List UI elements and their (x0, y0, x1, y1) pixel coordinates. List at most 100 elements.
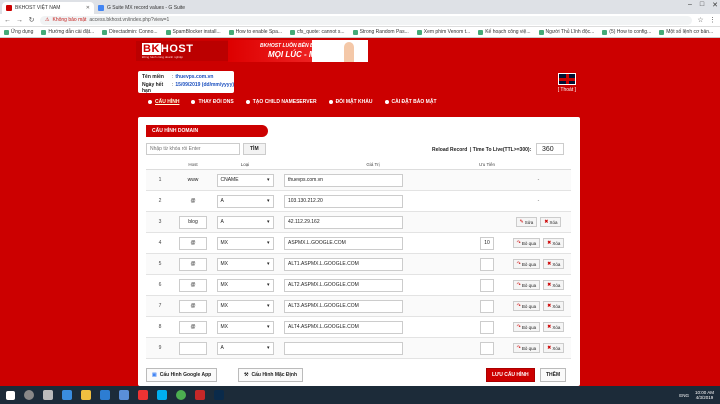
search-icon[interactable] (24, 390, 34, 400)
app-icon[interactable] (138, 390, 148, 400)
menu-item-4[interactable]: CÀI ĐẶT BẢO MẬT (384, 99, 437, 105)
bookmark-item[interactable]: Một số lệnh cơ bản... (659, 29, 713, 35)
delete-button[interactable]: ✖ Xóa (543, 280, 565, 290)
chrome-icon[interactable] (176, 390, 186, 400)
type-select[interactable]: MX ▾ (216, 257, 274, 271)
store-icon[interactable] (100, 390, 110, 400)
delete-button[interactable]: ✖ Xóa (543, 301, 565, 311)
photoshop-icon[interactable] (214, 390, 224, 400)
menu-dots-icon[interactable]: ⋮ (709, 16, 716, 24)
menu-item-2[interactable]: TẠO CHILD NAMESERVER (245, 99, 317, 105)
bookmark-item[interactable]: How to enable Spa... (228, 29, 282, 35)
type-select[interactable]: MX ▾ (216, 236, 274, 250)
value-input[interactable]: ALT1.ASPMX.L.GOOGLE.COM (284, 257, 403, 271)
logout-link[interactable]: [ Thoát ] (558, 87, 576, 93)
url-bar[interactable]: ⚠ Không bảo mật access.bkhost.vn/index.p… (40, 15, 692, 25)
reload-icon[interactable]: ↻ (28, 16, 35, 24)
uk-flag-icon[interactable] (558, 73, 576, 85)
bookmark-item[interactable]: Xem phim Venom t... (416, 29, 470, 35)
menu-item-1[interactable]: THAY ĐỔI DNS (191, 99, 234, 105)
bookmark-item[interactable]: (5) How to config... (602, 29, 651, 35)
value-input[interactable]: ALT4.ASPMX.L.GOOGLE.COM (284, 320, 403, 334)
task-view-icon[interactable] (43, 390, 53, 400)
host-input[interactable]: @ (179, 257, 207, 271)
delete-button[interactable]: ✖ Xóa (543, 259, 565, 269)
delete-button[interactable]: ✖ Xóa (543, 322, 565, 332)
host-input[interactable]: @ (179, 299, 207, 313)
value-input[interactable]: 103.130.212.20 (284, 194, 403, 208)
host-input[interactable] (179, 341, 207, 355)
browser-tab[interactable]: G Suite MX record values - G Suite ✕ (94, 2, 186, 14)
priority-input[interactable] (480, 257, 494, 271)
type-select[interactable]: CNAME ▾ (216, 173, 274, 187)
skip-button[interactable]: ↷ Bỏ qua (512, 343, 541, 353)
search-button[interactable]: TÌM (243, 143, 266, 155)
forward-icon[interactable]: → (16, 17, 23, 24)
priority-input[interactable] (480, 278, 494, 292)
type-select[interactable]: MX ▾ (216, 320, 274, 334)
windows-start-icon[interactable] (6, 390, 15, 400)
delete-icon: ✖ (547, 282, 552, 288)
bookmark-item[interactable]: Hướng dẫn cài đặt... (41, 29, 94, 35)
close-tab-icon[interactable]: ✕ (86, 5, 90, 11)
skype-icon[interactable] (157, 390, 167, 400)
host-input[interactable]: blog (179, 215, 207, 229)
google-app-config-button[interactable]: ▣ Cấu Hình Google App (146, 368, 218, 382)
filezilla-icon[interactable] (195, 390, 205, 400)
menu-item-3[interactable]: ĐỔI MẬT KHẨU (328, 99, 373, 105)
bookmark-item[interactable]: Directadmin: Conno... (102, 29, 158, 35)
mail-icon[interactable] (119, 390, 129, 400)
explorer-icon[interactable] (81, 390, 91, 400)
menu-item-0[interactable]: CẤU HÌNH (148, 99, 179, 105)
delete-button[interactable]: ✖ Xóa (543, 238, 565, 248)
value-input[interactable]: ASPMX.L.GOOGLE.COM (284, 236, 403, 250)
value-input[interactable] (284, 341, 403, 355)
maximize-icon[interactable]: □ (700, 1, 704, 9)
priority-input[interactable] (480, 320, 494, 334)
bookmark-item[interactable]: Ứng dụng (4, 29, 33, 35)
host-input[interactable]: @ (179, 320, 207, 334)
host-input[interactable]: @ (179, 236, 207, 250)
type-select[interactable]: A ▾ (216, 341, 274, 355)
skip-button[interactable]: ↷ Bỏ qua (512, 259, 541, 269)
add-record-button[interactable]: THÊM (540, 368, 567, 382)
skip-button[interactable]: ↷ Bỏ qua (512, 322, 541, 332)
browser-tab-active[interactable]: BKHOST VIỆT NAM ✕ (2, 2, 94, 14)
ttl-input[interactable]: 360 (536, 143, 564, 155)
bkhost-logo[interactable]: BKHOST Đồng hành cùng doanh nghiệp (136, 41, 228, 61)
close-window-icon[interactable]: ✕ (712, 1, 718, 9)
default-config-button[interactable]: ⚒ Cấu Hình Mặc Định (238, 368, 304, 382)
back-icon[interactable]: ← (4, 17, 11, 24)
edit-button[interactable]: ✎ Sửa (515, 217, 538, 227)
language-indicator[interactable]: ENG (679, 393, 689, 398)
skip-button[interactable]: ↷ Bỏ qua (512, 238, 541, 248)
bookmark-item[interactable]: Strong Random Pas... (352, 29, 409, 35)
clock[interactable]: 10:00 AM 4/3/2019 (695, 390, 714, 400)
bookmark-item[interactable]: SpamBlocker install... (165, 29, 221, 35)
type-select[interactable]: A ▾ (216, 215, 274, 229)
delete-button[interactable]: ✖ Xóa (540, 217, 562, 227)
type-select[interactable]: MX ▾ (216, 299, 274, 313)
type-select[interactable]: A ▾ (216, 194, 274, 208)
value-input[interactable]: thuevps.com.vn (284, 173, 403, 187)
priority-input[interactable]: 10 (480, 236, 494, 250)
bookmark-item[interactable]: Người Thủ Lĩnh độc... (538, 29, 594, 35)
host-input[interactable]: @ (179, 278, 207, 292)
skip-button[interactable]: ↷ Bỏ qua (512, 301, 541, 311)
skip-button[interactable]: ↷ Bỏ qua (512, 280, 541, 290)
save-config-button[interactable]: LƯU CẤU HÌNH (486, 368, 535, 382)
value-input[interactable]: ALT2.ASPMX.L.GOOGLE.COM (284, 278, 403, 292)
type-select[interactable]: MX ▾ (216, 278, 274, 292)
bookmark-item[interactable]: Kế hoạch công việ... (478, 29, 531, 35)
minimize-icon[interactable]: – (688, 1, 692, 9)
delete-button[interactable]: ✖ Xóa (543, 343, 565, 353)
priority-input[interactable] (480, 299, 494, 313)
priority-input[interactable] (480, 341, 494, 355)
bookmark-item[interactable]: cfs_quote: cannot s... (290, 29, 345, 35)
search-input[interactable] (146, 143, 240, 155)
value-input[interactable]: 42.112.29.162 (284, 215, 403, 229)
star-icon[interactable]: ☆ (697, 16, 704, 24)
value-input[interactable]: ALT3.ASPMX.L.GOOGLE.COM (284, 299, 403, 313)
edge-icon[interactable] (62, 390, 72, 400)
reload-record-link[interactable]: Reload Record (432, 147, 467, 153)
